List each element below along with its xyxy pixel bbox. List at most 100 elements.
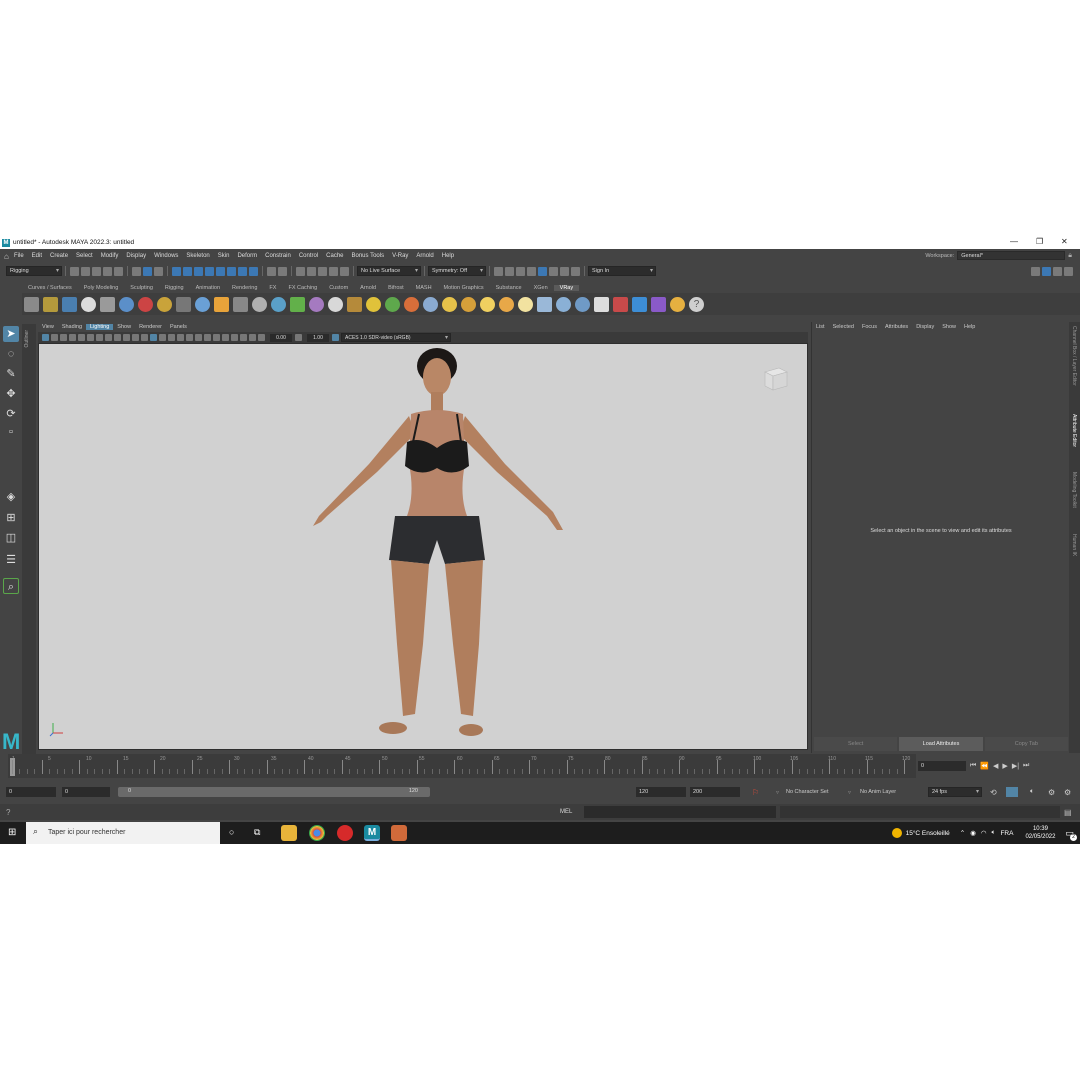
shelf-tab-vray[interactable]: VRay (553, 285, 580, 291)
safe-title-icon[interactable] (132, 334, 139, 341)
modeling-toolkit-icon[interactable] (1031, 266, 1040, 276)
star-light-icon[interactable] (518, 296, 533, 312)
mel-command-input[interactable] (584, 806, 776, 818)
side-tab-attribute-editor[interactable]: Attribute Editor (1071, 414, 1077, 447)
taskbar-search-box[interactable]: Taper ici pour rechercher (26, 822, 220, 844)
snapshot-icon[interactable] (527, 266, 536, 276)
color-picker-icon[interactable] (670, 296, 685, 312)
live-surface-field[interactable]: No Live Surface (357, 266, 421, 276)
render-current-icon[interactable] (296, 266, 305, 276)
vray-frame-buffer-icon[interactable] (560, 266, 569, 276)
render-view-icon[interactable] (340, 266, 349, 276)
shelf-tab-bifrost[interactable]: Bifrost (382, 285, 410, 291)
shelf-tab-custom[interactable]: Custom (323, 285, 354, 291)
anim-layer-dropdown[interactable]: No Anim Layer (860, 789, 896, 795)
symmetry-dropdown[interactable]: Symmetry: Off (428, 266, 486, 276)
help-icon[interactable]: ? (6, 808, 10, 817)
camera-icon[interactable] (100, 296, 115, 312)
menu-constrain[interactable]: Constrain (261, 253, 295, 259)
current-frame-field[interactable]: 0 (918, 761, 966, 771)
perspective-viewport[interactable] (38, 343, 808, 750)
snap-grid-icon[interactable] (172, 266, 181, 276)
render-region-icon[interactable] (516, 266, 525, 276)
viewport-menu-shading[interactable]: Shading (58, 324, 86, 330)
menu-bonus-tools[interactable]: Bonus Tools (348, 253, 389, 259)
paint-select-icon[interactable]: ✎ (3, 366, 19, 382)
render-settings-icon[interactable] (318, 266, 327, 276)
ambient-light-icon[interactable] (556, 296, 571, 312)
input-output-icon[interactable] (267, 266, 276, 276)
fire-icon[interactable] (214, 296, 229, 312)
shelf-tab-poly-modeling[interactable]: Poly Modeling (78, 285, 125, 291)
water-icon[interactable] (271, 296, 286, 312)
safe-action-icon[interactable] (123, 334, 130, 341)
playback-range-slider[interactable]: 0 120 (118, 787, 430, 797)
tool-settings-icon[interactable] (1053, 266, 1062, 276)
image-plane-icon[interactable] (69, 334, 76, 341)
snap-point-icon[interactable] (194, 266, 203, 276)
playback-end-field[interactable]: 120 (636, 787, 686, 797)
channel-box-icon[interactable] (1064, 266, 1073, 276)
network-icon[interactable]: ◉ (970, 829, 976, 837)
outliner-side-tab[interactable]: Outliner (22, 324, 36, 754)
go-to-end-icon[interactable]: ⏭ (1023, 762, 1029, 770)
xray-joints-icon[interactable] (249, 334, 256, 341)
exposure-field[interactable]: 0.00 (270, 333, 292, 342)
ae-menu-attributes[interactable]: Attributes (881, 324, 912, 330)
shelf-tab-xgen[interactable]: XGen (528, 285, 554, 291)
sphere-icon[interactable] (252, 296, 267, 312)
file-explorer-icon[interactable] (281, 825, 297, 841)
undo-icon[interactable] (103, 266, 112, 276)
menu-arnold[interactable]: Arnold (412, 253, 437, 259)
loop-icon[interactable]: ⟲ (990, 788, 997, 797)
cosmos-icon[interactable] (632, 296, 647, 312)
vray-vfb-icon[interactable] (62, 296, 77, 312)
sign-in-dropdown[interactable]: Sign In (588, 266, 656, 276)
rotate-tool-icon[interactable]: ⟳ (3, 406, 19, 422)
gamma-field[interactable]: 1.00 (307, 333, 329, 342)
animation-end-field[interactable]: 200 (690, 787, 740, 797)
single-perspective-layout-icon[interactable]: ◈ (3, 489, 19, 505)
character-model[interactable] (39, 344, 808, 750)
ae-menu-list[interactable]: List (812, 324, 829, 330)
time-slider[interactable]: 1 5 10 15 20 25 30 35 40 45 50 55 60 65 … (8, 754, 916, 778)
auto-key-icon[interactable]: ⚐ (752, 788, 759, 797)
lasso-tool-icon[interactable]: ◌ (3, 346, 19, 362)
open-scene-icon[interactable] (81, 266, 90, 276)
cortana-icon[interactable]: ○ (229, 827, 234, 837)
shelf-tab-sculpting[interactable]: Sculpting (124, 285, 159, 291)
ae-menu-show[interactable]: Show (938, 324, 960, 330)
spot-light-icon[interactable] (442, 296, 457, 312)
settings-icon[interactable]: ⚙ (1064, 788, 1071, 797)
menu-edit[interactable]: Edit (28, 253, 46, 259)
resolution-gate-icon[interactable] (96, 334, 103, 341)
camera-select-icon[interactable] (42, 334, 49, 341)
isolate-select-icon[interactable] (231, 334, 238, 341)
shelf-tab-arnold[interactable]: Arnold (354, 285, 382, 291)
vray-render-icon[interactable] (538, 266, 547, 276)
rect-light-icon[interactable] (537, 296, 552, 312)
cone-light-icon[interactable] (499, 296, 514, 312)
hypershade-icon[interactable] (329, 266, 338, 276)
viewport-menu-show[interactable]: Show (113, 324, 135, 330)
menu-skeleton[interactable]: Skeleton (182, 253, 213, 259)
render-sequence-icon[interactable] (505, 266, 514, 276)
ae-menu-selected[interactable]: Selected (829, 324, 858, 330)
scatter-icon[interactable] (233, 296, 248, 312)
screen-space-ao-icon[interactable] (195, 334, 202, 341)
use-all-lights-icon[interactable] (177, 334, 184, 341)
env-sphere-icon[interactable] (575, 296, 590, 312)
depth-of-field-icon[interactable] (222, 334, 229, 341)
viewport-menu-view[interactable]: View (38, 324, 58, 330)
select-button[interactable]: Select (814, 737, 898, 751)
viewport-menu-renderer[interactable]: Renderer (135, 324, 166, 330)
vray-settings-icon[interactable] (24, 296, 39, 312)
menu-skin[interactable]: Skin (214, 253, 234, 259)
sphere-light-icon[interactable] (423, 296, 438, 312)
animation-start-field[interactable]: 0 (6, 787, 56, 797)
sound-icon[interactable]: 🔈︎ (1030, 788, 1034, 796)
ipr-render-icon[interactable] (307, 266, 316, 276)
snap-projected-icon[interactable] (205, 266, 214, 276)
shelf-tab-curves-surfaces[interactable]: Curves / Surfaces (22, 285, 78, 291)
copy-tab-button[interactable]: Copy Tab (984, 737, 1068, 751)
